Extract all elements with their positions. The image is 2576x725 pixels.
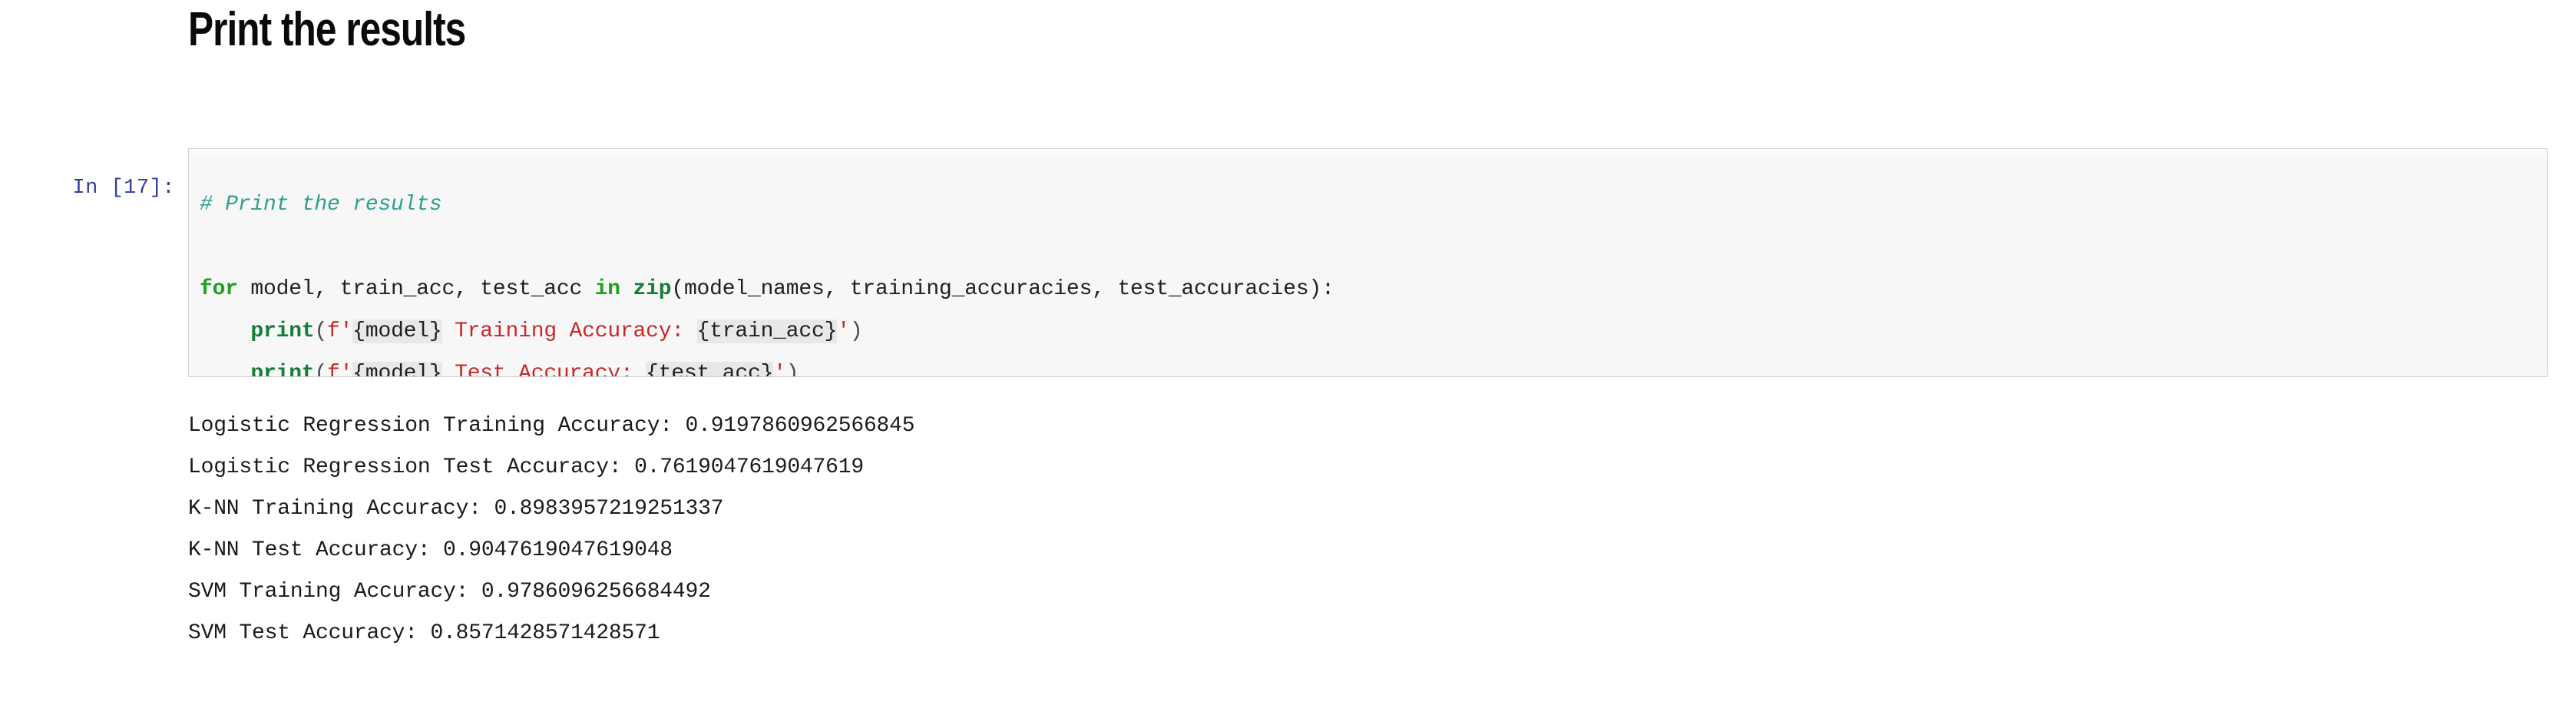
code-token-name (620, 277, 633, 301)
output-line: Logistic Regression Test Accuracy: 0.761… (188, 447, 2548, 488)
output-line: SVM Test Accuracy: 0.8571428571428571 (188, 613, 2548, 654)
code-token-name (200, 319, 250, 343)
code-token-punct: ( (314, 319, 327, 343)
code-token-interp: {test_acc} (646, 362, 773, 377)
code-token-interp: {model} (352, 319, 441, 343)
code-cell[interactable]: In [17]: # Print the results for model, t… (0, 148, 2557, 379)
page-gutter (2549, 0, 2576, 725)
code-token-string: Training Accuracy: (442, 319, 697, 343)
code-token-builtin: zip (633, 277, 672, 301)
code-token-keyword: in (595, 277, 620, 301)
code-token-punct: ) (850, 319, 863, 343)
code-line: print(f'{model} Training Accuracy: {trai… (200, 310, 1334, 353)
code-token-string: Test Accuracy: (442, 362, 646, 377)
code-token-string: f' (327, 362, 352, 377)
output-line: Logistic Regression Training Accuracy: 0… (188, 406, 2548, 447)
output-line: K-NN Test Accuracy: 0.9047619047619048 (188, 530, 2548, 571)
code-line: # Print the results (200, 184, 1334, 226)
code-token-string: f' (327, 319, 352, 343)
code-token-function: print (250, 319, 314, 343)
code-source[interactable]: # Print the results for model, train_acc,… (200, 184, 1334, 377)
code-token-string: ' (837, 319, 850, 343)
code-token-function: print (250, 362, 314, 377)
code-token-comment: # Print the results (200, 193, 441, 217)
notebook-page: Print the results In [17]: # Print the r… (0, 0, 2576, 725)
code-token-string: ' (773, 362, 786, 377)
code-token-punct: ) (786, 362, 799, 377)
code-line: for model, train_acc, test_acc in zip(mo… (200, 268, 1334, 310)
code-editor[interactable]: # Print the results for model, train_acc,… (188, 148, 2548, 377)
code-token-name: (model_names, training_accuracies, test_… (671, 277, 1334, 301)
input-prompt-label: In [17]: (0, 176, 175, 200)
page-title: Print the results (188, 3, 2077, 56)
code-token-interp: {train_acc} (697, 319, 838, 343)
output-line: SVM Training Accuracy: 0.978609625668449… (188, 571, 2548, 613)
code-token-name: model, train_acc, test_acc (238, 277, 595, 301)
code-token-punct: ( (314, 362, 327, 377)
cell-output-stream: Logistic Regression Training Accuracy: 0… (188, 406, 2548, 654)
code-token-interp: {model} (352, 362, 441, 377)
code-token-keyword: for (200, 277, 238, 301)
code-token-name (200, 362, 250, 377)
output-line: K-NN Training Accuracy: 0.89839572192513… (188, 488, 2548, 530)
code-line: print(f'{model} Test Accuracy: {test_acc… (200, 353, 1334, 377)
code-line (200, 226, 1334, 268)
markdown-cell[interactable]: Print the results (188, 3, 2549, 56)
